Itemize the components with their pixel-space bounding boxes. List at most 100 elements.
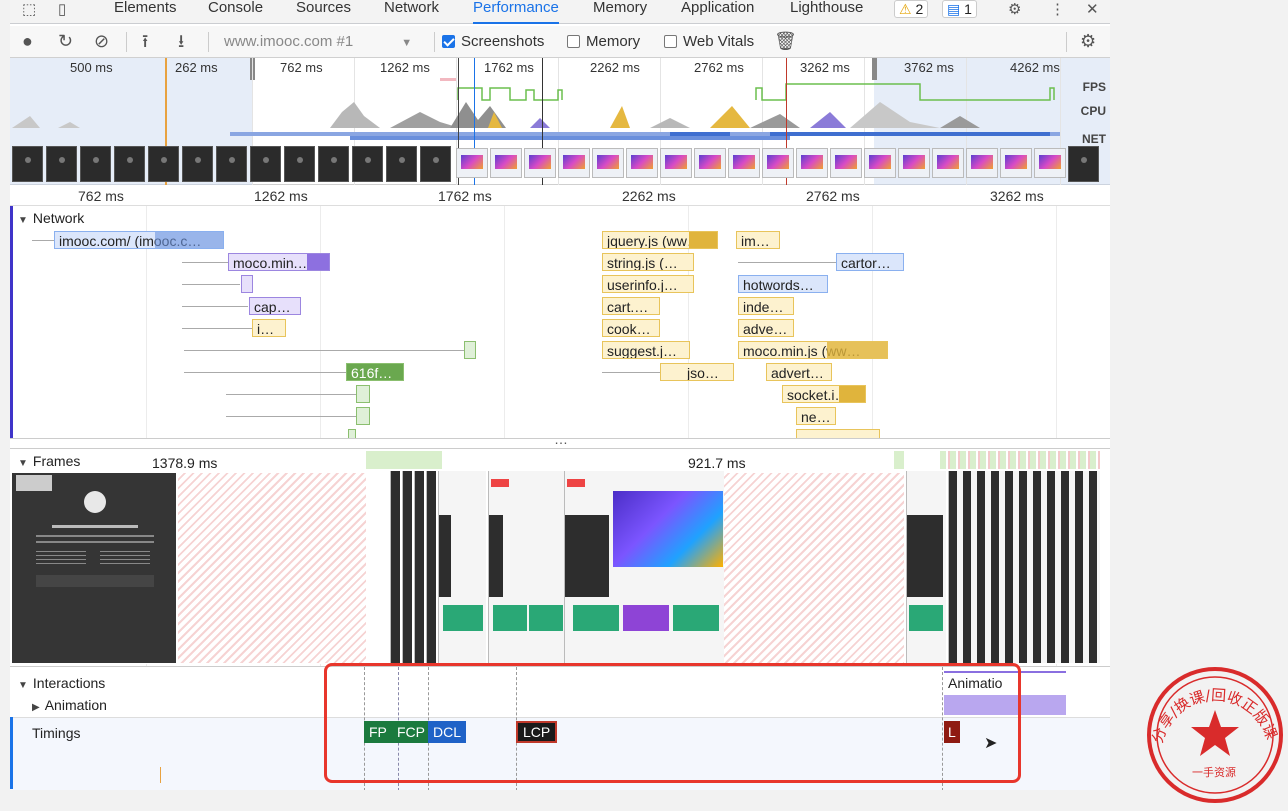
network-request[interactable]: imooc.com/ (imooc.c… bbox=[54, 231, 224, 249]
network-request[interactable] bbox=[241, 275, 253, 293]
clear-icon[interactable]: ⊘ bbox=[94, 32, 109, 50]
screenshot-thumbnail[interactable] bbox=[114, 146, 145, 182]
profile-select[interactable]: www.imooc.com #1 ▼ bbox=[224, 33, 412, 52]
frame-screenshot[interactable] bbox=[390, 471, 400, 663]
screenshot-thumbnail[interactable] bbox=[284, 146, 315, 182]
screenshot-thumbnail[interactable] bbox=[456, 148, 488, 178]
network-request[interactable]: cartor… bbox=[836, 253, 904, 271]
tab-console[interactable]: Console bbox=[208, 0, 263, 24]
screenshot-thumbnail[interactable] bbox=[182, 146, 213, 182]
screenshot-thumbnail[interactable] bbox=[626, 148, 658, 178]
network-request[interactable]: advert… bbox=[766, 363, 832, 381]
network-request[interactable]: cap… bbox=[249, 297, 301, 315]
screenshot-thumbnail[interactable] bbox=[216, 146, 247, 182]
network-request[interactable]: socket.i… bbox=[782, 385, 866, 403]
frame-screenshot[interactable] bbox=[948, 471, 1100, 663]
network-request[interactable]: userinfo.j… bbox=[602, 275, 694, 293]
settings-gear-icon[interactable]: ⚙ bbox=[1008, 0, 1021, 18]
screenshot-thumbnail[interactable] bbox=[558, 148, 590, 178]
network-request[interactable]: jquery.js (ww… bbox=[602, 231, 718, 249]
tab-elements[interactable]: Elements bbox=[114, 0, 177, 24]
frame-bar[interactable] bbox=[940, 451, 1100, 469]
save-profile-icon[interactable]: ⭳ bbox=[178, 32, 184, 50]
network-request[interactable]: ne… bbox=[796, 407, 836, 425]
tab-application[interactable]: Application bbox=[681, 0, 754, 24]
frame-screenshot[interactable] bbox=[402, 471, 412, 663]
tab-sources[interactable]: Sources bbox=[296, 0, 351, 24]
web-vitals-checkbox[interactable]: Web Vitals bbox=[664, 33, 754, 50]
screenshot-thumbnail[interactable] bbox=[1068, 146, 1099, 182]
screenshot-thumbnail[interactable] bbox=[148, 146, 179, 182]
tab-performance[interactable]: Performance bbox=[473, 0, 559, 24]
frame-bar[interactable] bbox=[894, 451, 904, 469]
reload-record-icon[interactable]: ↻ bbox=[58, 32, 73, 50]
memory-checkbox[interactable]: Memory bbox=[567, 33, 640, 50]
screenshots-checkbox[interactable]: Screenshots bbox=[442, 33, 544, 50]
frame-screenshot[interactable] bbox=[906, 471, 946, 663]
capture-settings-gear-icon[interactable]: ⚙ bbox=[1080, 32, 1096, 50]
frame-screenshot-incognito[interactable] bbox=[12, 473, 176, 663]
network-request[interactable]: suggest.j… bbox=[602, 341, 690, 359]
screenshot-thumbnail[interactable] bbox=[1000, 148, 1032, 178]
screenshot-thumbnail[interactable] bbox=[660, 148, 692, 178]
network-request[interactable]: jso… bbox=[660, 363, 734, 381]
network-request[interactable]: 616f… bbox=[346, 363, 404, 381]
screenshot-thumbnail[interactable] bbox=[796, 148, 828, 178]
record-button[interactable]: ● bbox=[22, 32, 33, 50]
screenshot-thumbnail[interactable] bbox=[830, 148, 862, 178]
screenshot-thumbnail[interactable] bbox=[318, 146, 349, 182]
screenshot-thumbnail[interactable] bbox=[420, 146, 451, 182]
frame-screenshot[interactable] bbox=[488, 471, 564, 663]
tab-network[interactable]: Network bbox=[384, 0, 439, 24]
screenshot-thumbnail[interactable] bbox=[386, 146, 417, 182]
network-request[interactable]: i… bbox=[252, 319, 286, 337]
screenshot-thumbnail[interactable] bbox=[250, 146, 281, 182]
timings-section-header[interactable]: Timings bbox=[32, 725, 81, 741]
screenshot-thumbnail[interactable] bbox=[1034, 148, 1066, 178]
screenshot-thumbnail[interactable] bbox=[898, 148, 930, 178]
network-request[interactable]: moco.min.js (ww… bbox=[738, 341, 888, 359]
trash-icon[interactable]: 🗑 bbox=[774, 32, 797, 50]
screenshot-thumbnail[interactable] bbox=[592, 148, 624, 178]
network-request[interactable]: string.js (… bbox=[602, 253, 694, 271]
screenshot-thumbnail[interactable] bbox=[864, 148, 896, 178]
frame-screenshot[interactable] bbox=[438, 471, 486, 663]
screenshot-thumbnail[interactable] bbox=[762, 148, 794, 178]
network-request[interactable]: hotwords… bbox=[738, 275, 828, 293]
more-options-icon[interactable]: ⋮ bbox=[1050, 0, 1065, 18]
network-request[interactable]: im… bbox=[736, 231, 780, 249]
device-toolbar-icon[interactable]: ▯ bbox=[58, 0, 66, 18]
network-request[interactable]: inde… bbox=[738, 297, 794, 315]
screenshot-thumbnail[interactable] bbox=[80, 146, 111, 182]
inspect-element-icon[interactable]: ⬚ bbox=[22, 0, 36, 18]
animation-track-header[interactable]: ▶ Animation bbox=[32, 697, 107, 713]
network-section-header[interactable]: ▼ Network bbox=[18, 210, 84, 226]
timeline-overview[interactable]: 500 ms 262 ms 762 ms 1262 ms 1762 ms 226… bbox=[10, 58, 1110, 185]
network-request[interactable]: cart.… bbox=[602, 297, 660, 315]
load-profile-icon[interactable]: ⭱ bbox=[142, 32, 148, 50]
frame-screenshot[interactable] bbox=[564, 471, 724, 663]
tab-lighthouse[interactable]: Lighthouse bbox=[790, 0, 863, 24]
frame-bar[interactable] bbox=[366, 451, 442, 469]
screenshot-thumbnail[interactable] bbox=[524, 148, 556, 178]
screenshot-thumbnail[interactable] bbox=[12, 146, 43, 182]
network-request[interactable] bbox=[356, 385, 370, 403]
network-request[interactable]: adve… bbox=[738, 319, 794, 337]
frame-screenshot[interactable] bbox=[426, 471, 436, 663]
network-request[interactable]: cook… bbox=[602, 319, 660, 337]
tab-memory[interactable]: Memory bbox=[593, 0, 647, 24]
warnings-badge[interactable]: ⚠ 2 bbox=[894, 0, 929, 18]
section-resizer[interactable]: … bbox=[10, 431, 1110, 448]
messages-badge[interactable]: ▤ 1 bbox=[942, 0, 977, 18]
screenshot-thumbnail[interactable] bbox=[490, 148, 522, 178]
screenshot-thumbnail[interactable] bbox=[966, 148, 998, 178]
screenshot-thumbnail[interactable] bbox=[46, 146, 77, 182]
screenshot-thumbnail[interactable] bbox=[932, 148, 964, 178]
screenshot-thumbnail[interactable] bbox=[694, 148, 726, 178]
screenshot-thumbnail[interactable] bbox=[352, 146, 383, 182]
screenshot-thumbnail[interactable] bbox=[728, 148, 760, 178]
frames-section-header[interactable]: ▼ Frames bbox=[18, 453, 80, 469]
network-request[interactable]: moco.min.… bbox=[228, 253, 330, 271]
network-request[interactable] bbox=[464, 341, 476, 359]
interactions-section-header[interactable]: ▼ Interactions bbox=[18, 675, 105, 691]
